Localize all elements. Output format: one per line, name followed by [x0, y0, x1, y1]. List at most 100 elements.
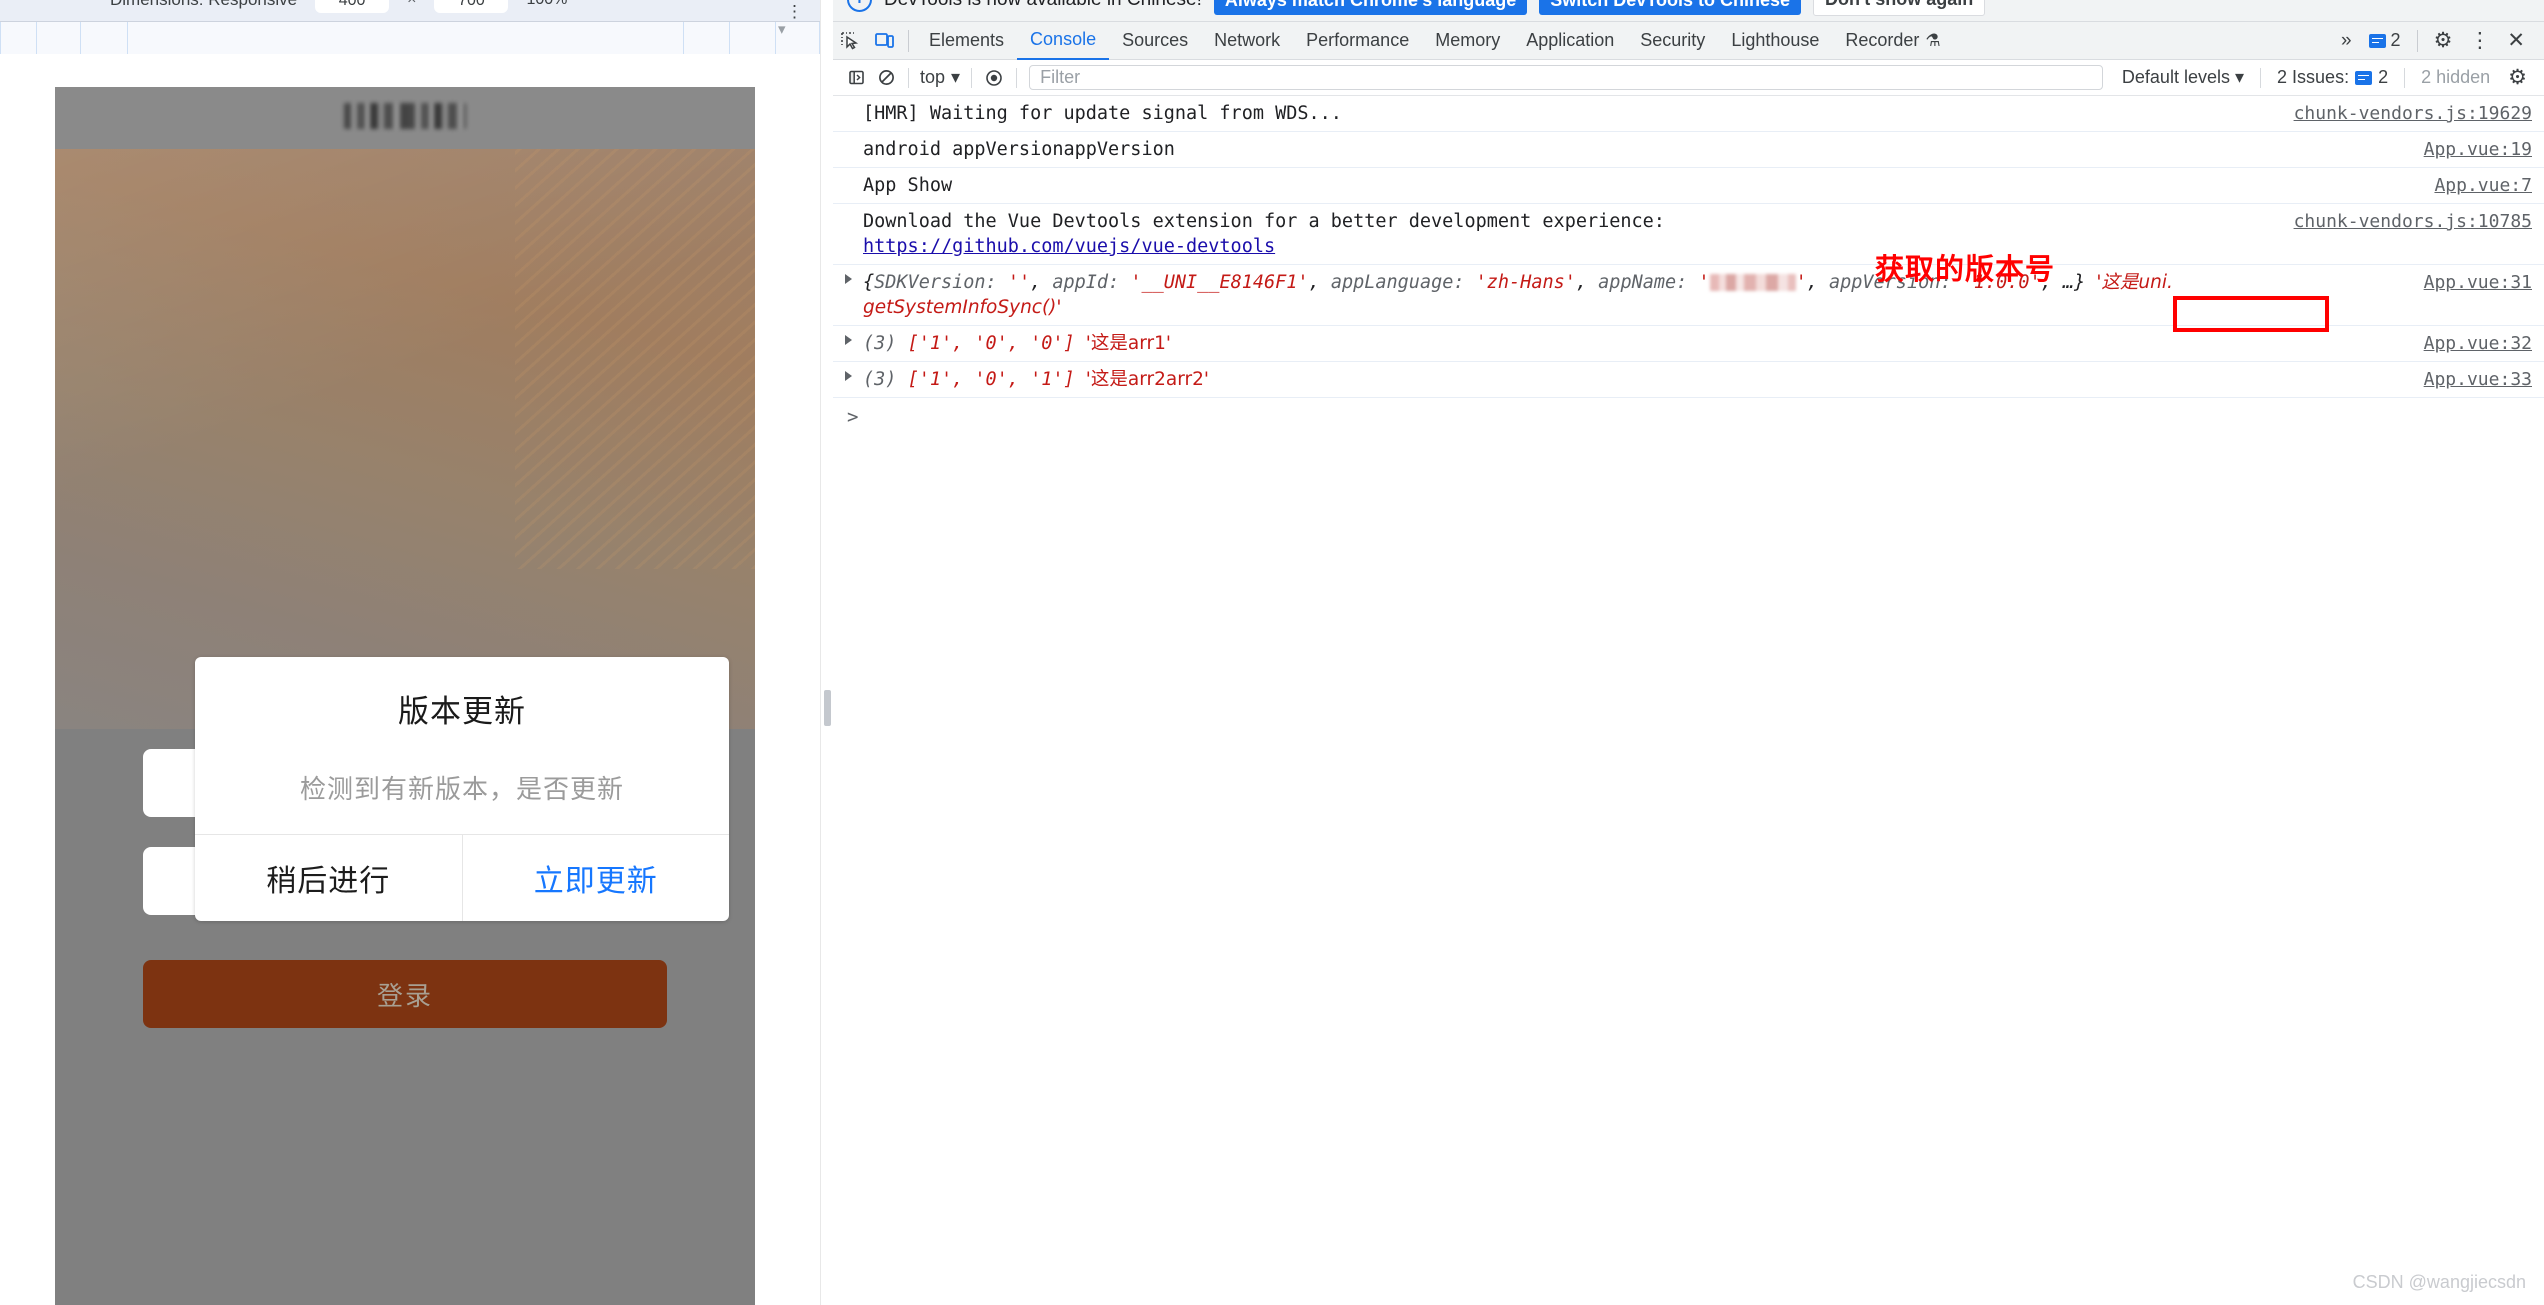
browser-viewport-pane: Dimensions: Responsive 400 × 700 100% ⋮ … [0, 0, 820, 1305]
login-submit-button[interactable]: 登录 [143, 960, 667, 1028]
dialog-later-button[interactable]: 稍后进行 [195, 835, 462, 921]
console-message-text: Download the Vue Devtools extension for … [863, 209, 2544, 259]
annotation-version-label: 获取的版本号 [1875, 252, 2056, 286]
object-open-brace: { [863, 272, 875, 293]
object-key: appId: [1052, 272, 1120, 293]
console-row[interactable]: App Show App.vue:7 [833, 168, 2544, 204]
expand-triangle-icon[interactable] [845, 274, 852, 284]
vue-devtools-message: Download the Vue Devtools extension for … [863, 211, 1665, 232]
banner-match-language-button[interactable]: Always match Chrome's language [1213, 0, 1528, 15]
eye-icon[interactable] [979, 63, 1009, 93]
console-source-link[interactable]: chunk-vendors.js:10785 [2294, 209, 2532, 234]
toolbar-divider-4 [2260, 67, 2262, 88]
console-source-link[interactable]: App.vue:31 [2424, 270, 2532, 295]
console-row[interactable]: android appVersionappVersion App.vue:19 [833, 132, 2544, 168]
chevron-down-icon: ▾ [2234, 67, 2245, 87]
console-sidebar-icon[interactable] [841, 63, 871, 93]
console-row[interactable]: Download the Vue Devtools extension for … [833, 204, 2544, 265]
log-levels-label: Default levels [2121, 67, 2230, 87]
console-row-object[interactable]: {SDKVersion: '', appId: '__UNI__E8146F1'… [833, 265, 2544, 326]
object-value: '' [1007, 272, 1031, 293]
kebab-menu-icon[interactable]: ⋮ [2461, 28, 2498, 53]
toolbar-divider-3 [1016, 67, 1018, 88]
kebab-menu-icon[interactable]: ⋮ [786, 2, 804, 22]
screenshot-root: Dimensions: Responsive 400 × 700 100% ⋮ … [0, 0, 2544, 1305]
device-emulation-toolbar[interactable]: Dimensions: Responsive 400 × 700 100% ⋮ [0, 0, 820, 22]
execution-context-selector[interactable]: top ▾ [916, 67, 964, 88]
dimension-separator: × [407, 0, 416, 9]
console-toolbar-right: Default levels ▾ 2 Issues: 2 2 hidden ⚙ [2103, 65, 2536, 90]
console-filter-input[interactable] [1029, 65, 2103, 90]
tab-lighthouse[interactable]: Lighthouse [1718, 22, 1832, 60]
object-key: appLanguage: [1330, 272, 1465, 293]
inspect-cursor-icon[interactable] [833, 24, 867, 58]
console-message-list[interactable]: [HMR] Waiting for update signal from WDS… [833, 96, 2544, 1305]
tab-elements[interactable]: Elements [916, 22, 1017, 60]
gear-icon[interactable]: ⚙ [2499, 65, 2536, 90]
device-width-input[interactable]: 400 [315, 0, 390, 13]
tab-strip-actions: » 2 ⚙ ⋮ ✕ [2333, 22, 2544, 60]
device-height-input[interactable]: 700 [434, 0, 509, 13]
console-row-array[interactable]: (3) ['1', '0', '1'] '这是arr2arr2' App.vue… [833, 362, 2544, 398]
console-input-prompt[interactable]: > [833, 398, 2544, 432]
object-value: '__UNI__E8146F1' [1130, 272, 1309, 293]
tab-recorder[interactable]: Recorder ⚗ [1832, 22, 1953, 60]
object-key: SDKVersion: [874, 272, 997, 293]
devtools-language-banner: i DevTools is now available in Chinese! … [833, 0, 2544, 22]
issues-message-icon [2355, 70, 2373, 85]
console-source-link[interactable]: App.vue:19 [2424, 137, 2532, 162]
issues-count: 2 [2390, 30, 2401, 50]
console-issues-label: 2 Issues: [2277, 67, 2350, 87]
hidden-messages-count: 2 hidden [2421, 67, 2491, 87]
tab-performance[interactable]: Performance [1293, 22, 1422, 60]
flask-icon: ⚗ [1925, 30, 1941, 50]
chevron-double-right-icon[interactable]: » [2333, 30, 2360, 52]
app-hero-banner [55, 149, 755, 729]
info-circle-icon: i [847, 0, 872, 12]
console-message-text: App Show [863, 175, 953, 196]
console-row[interactable]: [HMR] Waiting for update signal from WDS… [833, 96, 2544, 132]
dialog-title: 版本更新 [398, 694, 526, 729]
console-row-array[interactable]: (3) ['1', '0', '0'] '这是arr1' App.vue:32 [833, 326, 2544, 362]
device-toolbar-icon[interactable] [867, 24, 901, 58]
chevron-down-icon[interactable]: ▾ [778, 20, 786, 38]
clear-console-icon[interactable] [871, 63, 901, 93]
device-zoom-select[interactable]: 100% [526, 0, 567, 9]
resizer-grip-handle[interactable] [824, 690, 831, 726]
dialog-update-now-button[interactable]: 立即更新 [461, 835, 730, 921]
expand-triangle-icon[interactable] [845, 335, 852, 345]
chevron-down-icon: ▾ [951, 67, 961, 87]
devtools-pane-resizer[interactable] [820, 0, 834, 1305]
banner-dismiss-button[interactable]: Don't show again [1812, 0, 1986, 16]
devtools-panel: i DevTools is now available in Chinese! … [833, 0, 2544, 1305]
issues-counter-button[interactable]: 2 [2360, 30, 2410, 51]
console-issues-link[interactable]: 2 Issues: 2 [2268, 67, 2397, 88]
console-source-link[interactable]: App.vue:32 [2424, 331, 2532, 356]
array-length: (3) [863, 333, 897, 354]
vue-devtools-url[interactable]: https://github.com/vuejs/vue-devtools [863, 236, 1275, 257]
console-source-link[interactable]: App.vue:7 [2434, 173, 2532, 198]
tab-sources[interactable]: Sources [1109, 22, 1201, 60]
console-message-text: android appVersionappVersion [863, 139, 1175, 160]
app-name-redacted [1709, 274, 1796, 291]
banner-switch-chinese-button[interactable]: Switch DevTools to Chinese [1539, 0, 1801, 15]
console-source-link[interactable]: chunk-vendors.js:19629 [2294, 101, 2532, 126]
object-value: 'zh-Hans' [1475, 272, 1576, 293]
banner-message: DevTools is now available in Chinese! [884, 0, 1202, 11]
gear-icon[interactable]: ⚙ [2425, 28, 2462, 53]
close-x-icon[interactable]: ✕ [2498, 28, 2534, 53]
console-note: '这是arr2arr2' [1085, 369, 1209, 390]
tab-memory[interactable]: Memory [1422, 22, 1513, 60]
tab-application[interactable]: Application [1513, 22, 1627, 60]
login-submit-label: 登录 [376, 980, 433, 1011]
console-source-link[interactable]: App.vue:33 [2424, 367, 2532, 392]
expand-triangle-icon[interactable] [845, 371, 852, 381]
tab-network[interactable]: Network [1201, 22, 1293, 60]
tab-security[interactable]: Security [1627, 22, 1718, 60]
watermark-text: CSDN @wangjiecsdn [2352, 1272, 2526, 1292]
log-levels-dropdown[interactable]: Default levels ▾ [2113, 67, 2253, 88]
array-items: ['1', '0', '0'] [907, 333, 1075, 354]
object-key: appName: [1598, 272, 1688, 293]
tab-console[interactable]: Console [1017, 22, 1110, 60]
devtools-tab-strip: Elements Console Sources Network Perform… [833, 22, 2544, 60]
